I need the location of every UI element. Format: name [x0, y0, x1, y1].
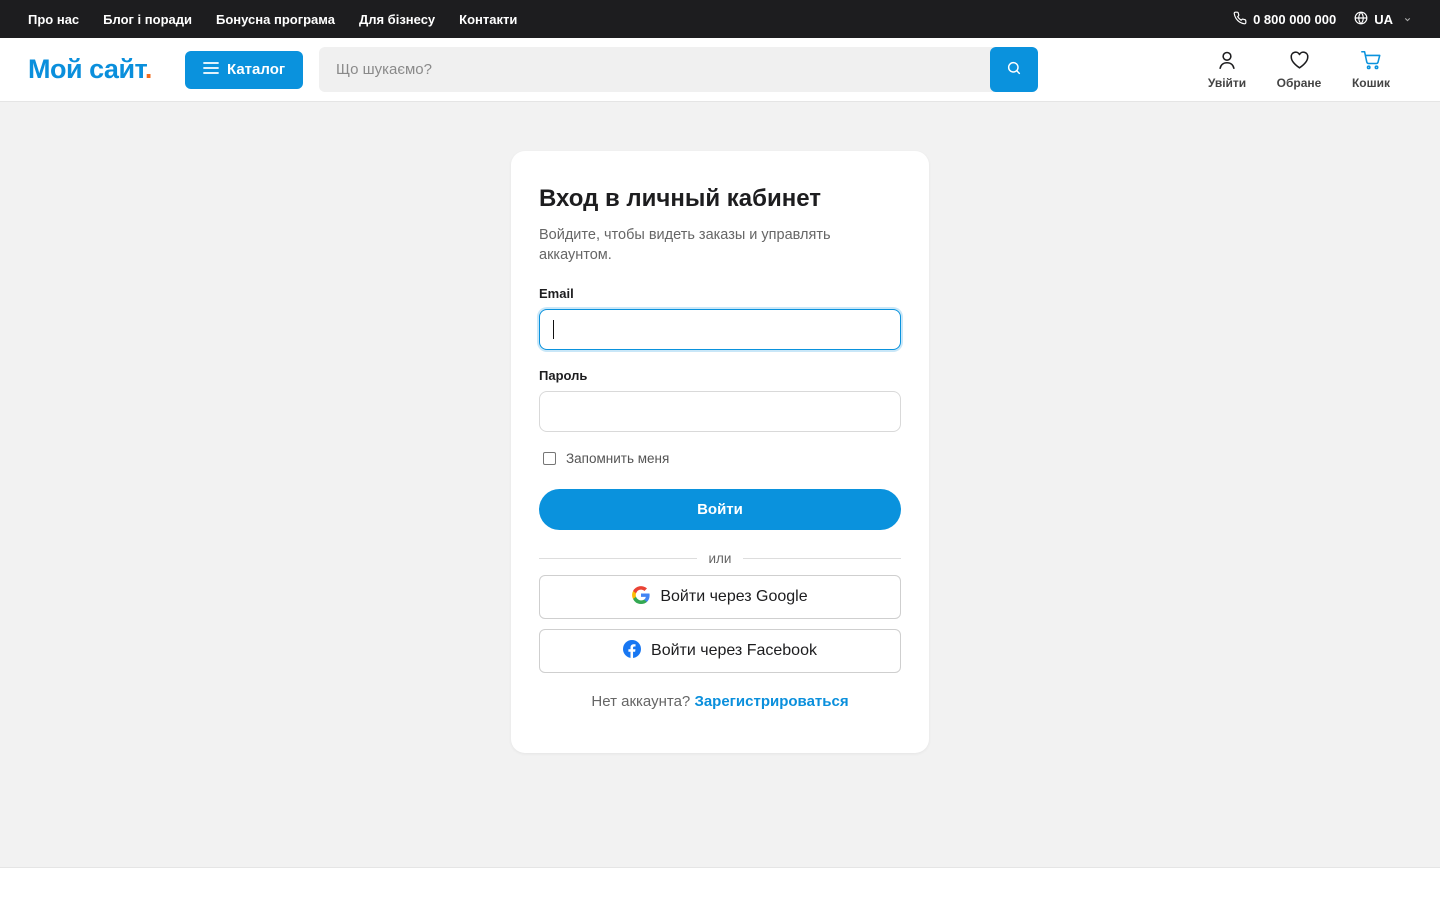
top-nav: Про нас Блог і поради Бонусна програма Д… — [28, 12, 517, 27]
heart-icon — [1288, 49, 1311, 71]
email-field-wrapper — [539, 309, 901, 350]
logo-text: Мой сайт — [28, 54, 145, 84]
top-nav-contacts[interactable]: Контакти — [459, 12, 517, 27]
top-nav-bonus[interactable]: Бонусна програма — [216, 12, 335, 27]
site-logo[interactable]: Мой сайт. — [28, 54, 185, 85]
email-field[interactable] — [539, 309, 901, 350]
phone-link[interactable]: 0 800 000 000 — [1233, 11, 1336, 28]
phone-number: 0 800 000 000 — [1253, 11, 1337, 27]
password-label: Пароль — [539, 368, 588, 383]
catalog-label: Каталог — [227, 61, 286, 78]
remember-me: Запомнить меня — [543, 451, 901, 466]
search-bar — [319, 47, 1038, 92]
email-label: Email — [539, 286, 574, 301]
login-action-label: Увійти — [1207, 76, 1247, 90]
globe-icon — [1354, 11, 1368, 28]
search-button[interactable] — [990, 47, 1038, 92]
facebook-icon — [623, 639, 642, 663]
top-right: 0 800 000 000 UA — [1233, 11, 1412, 28]
or-divider: или — [539, 551, 901, 566]
menu-icon — [203, 61, 219, 79]
register-link[interactable]: Зарегистрироваться — [694, 693, 848, 710]
language-label: UA — [1374, 11, 1393, 27]
cart-icon — [1359, 49, 1383, 71]
search-icon — [1006, 60, 1022, 79]
top-bar: Про нас Блог і поради Бонусна програма Д… — [0, 0, 1440, 38]
main-content: Вход в личный кабинет Войдите, чтобы вид… — [0, 102, 1440, 867]
top-nav-business[interactable]: Для бізнесу — [359, 12, 435, 27]
language-select[interactable]: UA — [1354, 11, 1412, 28]
divider-text: или — [708, 551, 732, 566]
facebook-login-label: Войти через Facebook — [651, 642, 817, 659]
top-nav-about[interactable]: Про нас — [28, 12, 79, 27]
google-icon — [632, 585, 650, 609]
facebook-login-button[interactable]: Войти через Facebook — [539, 629, 901, 673]
register-prompt: Нет аккаунта? Зарегистрироваться — [539, 693, 901, 710]
chevron-down-icon — [1403, 12, 1412, 27]
google-login-label: Войти через Google — [660, 588, 808, 605]
header-actions: Увійти Обране Кошик — [1200, 49, 1398, 90]
page-title: Вход в личный кабинет — [539, 185, 821, 212]
remember-me-label: Запомнить меня — [566, 451, 670, 466]
cart-action-label: Кошик — [1351, 76, 1391, 90]
user-icon — [1216, 49, 1238, 71]
search-input[interactable] — [319, 47, 994, 92]
favorites-action[interactable]: Обране — [1272, 49, 1326, 90]
cart-action[interactable]: Кошик — [1344, 49, 1398, 90]
password-field[interactable] — [539, 391, 901, 432]
phone-icon — [1233, 11, 1247, 28]
divider-line-left — [539, 558, 697, 559]
catalog-button[interactable]: Каталог — [185, 50, 303, 89]
login-button[interactable]: Войти — [539, 489, 901, 530]
top-nav-blog[interactable]: Блог і поради — [103, 12, 192, 27]
page-footer — [0, 867, 1440, 900]
divider-line-right — [743, 558, 901, 559]
register-prompt-text: Нет аккаунта? — [591, 693, 691, 710]
remember-me-checkbox[interactable] — [543, 452, 556, 465]
login-card: Вход в личный кабинет Войдите, чтобы вид… — [511, 151, 929, 753]
login-subtitle: Войдите, чтобы видеть заказы и управлять… — [539, 227, 831, 263]
logo-dot: . — [144, 54, 153, 84]
google-login-button[interactable]: Войти через Google — [539, 575, 901, 619]
site-header: Мой сайт. Каталог Увійти Обране — [0, 38, 1440, 102]
favorites-action-label: Обране — [1276, 76, 1322, 90]
login-action[interactable]: Увійти — [1200, 49, 1254, 90]
